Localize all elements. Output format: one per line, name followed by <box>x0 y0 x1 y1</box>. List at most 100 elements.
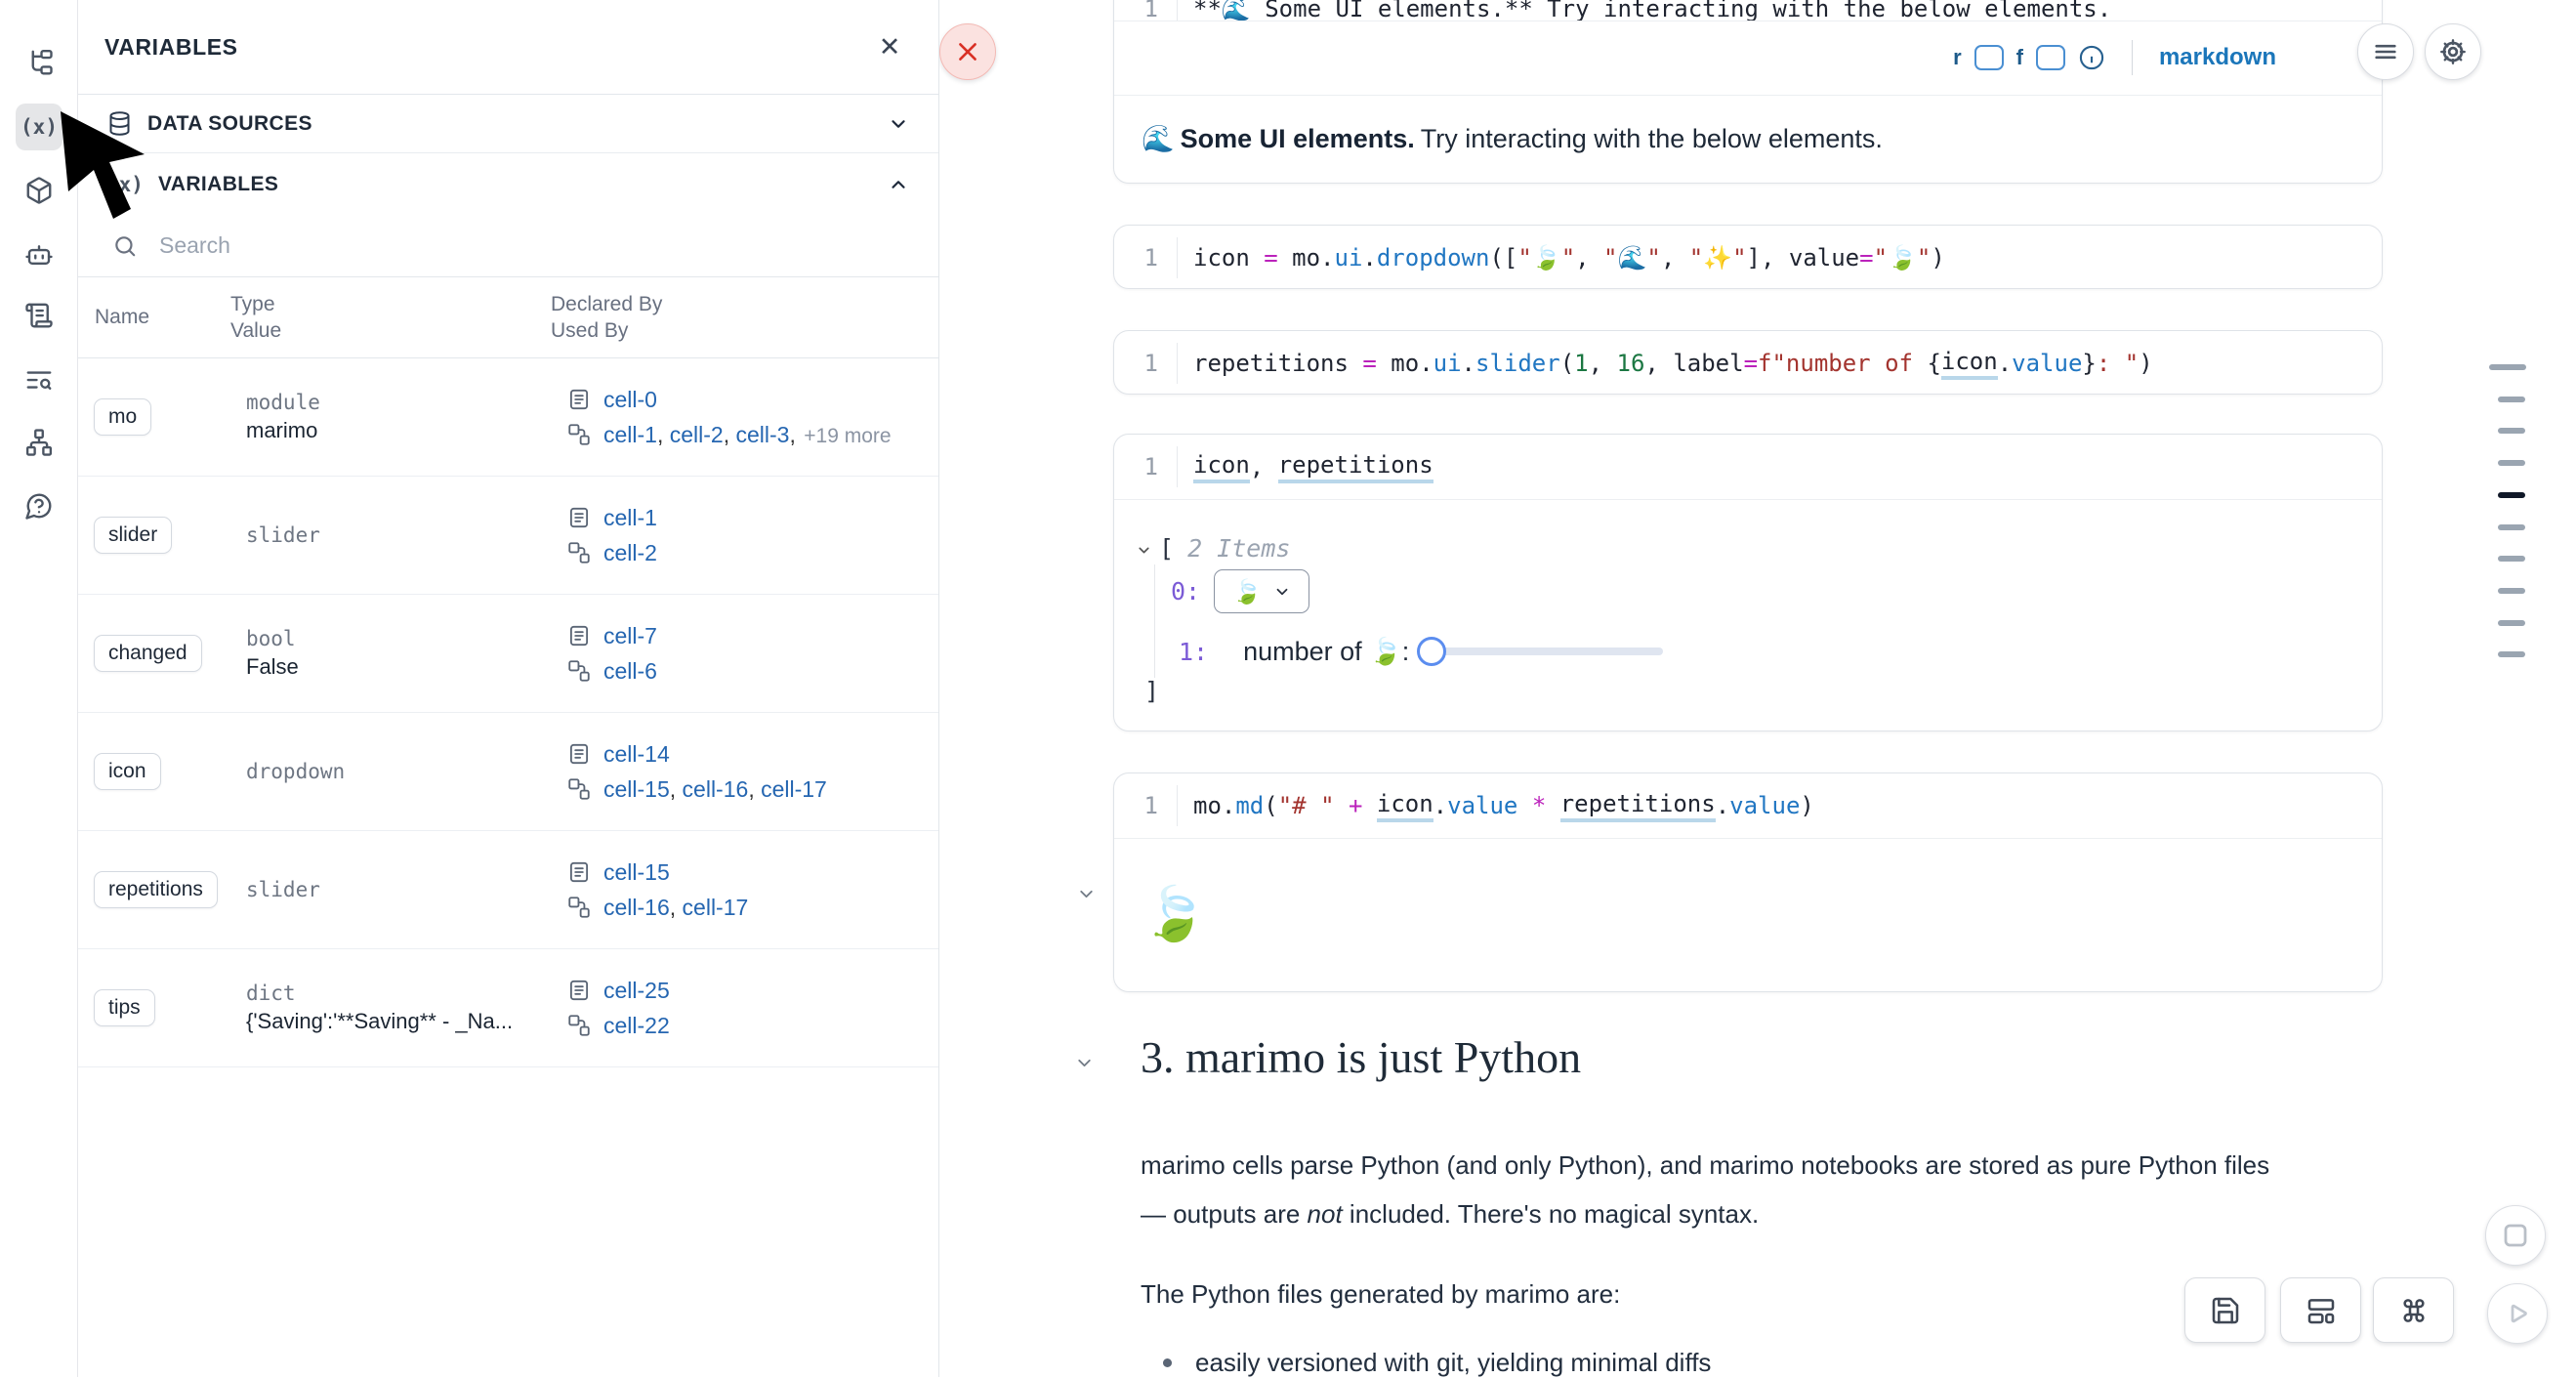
variable-name-badge[interactable]: tips <box>94 989 155 1026</box>
chevron-down-icon[interactable] <box>888 113 909 135</box>
run-toggle-checkbox[interactable] <box>1974 45 2004 70</box>
table-row: repetitionsslidercell-15cell-16, cell-17 <box>78 831 938 949</box>
paragraph: The Python files generated by marimo are… <box>1141 1270 1620 1318</box>
minimap-cell-mark[interactable] <box>2498 620 2525 626</box>
declared-by-icon <box>566 505 592 530</box>
cell-link[interactable]: cell-25 <box>603 978 670 1003</box>
tree-guide-line <box>1154 564 1155 678</box>
line-number: 1 <box>1114 453 1177 480</box>
help-icon[interactable] <box>16 482 62 529</box>
info-icon[interactable] <box>2078 44 2105 71</box>
code-line[interactable]: mo.md("# " + icon.value * repetitions.va… <box>1177 785 1814 826</box>
output-collapse-icon[interactable] <box>1076 884 1097 904</box>
table-row: slider slider cell-1 cell-2 <box>78 477 938 595</box>
minimap-cell-mark[interactable] <box>2498 651 2525 657</box>
cell-link[interactable]: cell-2 <box>670 422 724 447</box>
code-line[interactable]: icon = mo.ui.dropdown(["🍃", "🌊", "✨"], v… <box>1177 237 1945 278</box>
save-button[interactable] <box>2184 1277 2265 1343</box>
code-line[interactable]: repetitions = mo.ui.slider(1, 16, label=… <box>1177 343 2153 384</box>
more-cells-label[interactable]: +19 more <box>804 425 891 447</box>
variable-name-badge[interactable]: changed <box>94 635 202 672</box>
repetitions-slider[interactable] <box>1419 647 1663 655</box>
menu-button[interactable] <box>2357 23 2414 80</box>
minimap-cell-mark[interactable] <box>2498 524 2525 530</box>
chevron-up-icon[interactable] <box>888 174 909 195</box>
stop-button[interactable] <box>2485 1205 2546 1266</box>
packages-icon[interactable] <box>16 167 62 214</box>
minimap-cell-mark[interactable] <box>2498 460 2525 466</box>
minimap-cell-mark[interactable] <box>2489 364 2526 370</box>
minimap-cell-mark[interactable] <box>2498 588 2525 594</box>
cell-link[interactable]: cell-15 <box>603 859 670 885</box>
mouse-cursor <box>57 107 164 227</box>
scratchpad-icon[interactable] <box>16 292 62 339</box>
data-sources-section[interactable]: DATA SOURCES <box>78 95 938 153</box>
code-line[interactable]: icon, repetitions <box>1177 446 1433 487</box>
close-icon[interactable]: ✕ <box>870 27 909 66</box>
col-used-by: Used By <box>551 319 938 343</box>
cell-link[interactable]: cell-6 <box>603 658 657 684</box>
divider <box>2132 40 2133 75</box>
code-editor[interactable]: 1 **🌊 Some UI elements.** Try interactin… <box>1114 0 2382 21</box>
cell-link[interactable]: cell-15 <box>603 776 670 802</box>
variables-section[interactable]: (x) VARIABLES <box>78 153 938 215</box>
code-line[interactable]: **🌊 Some UI elements.** Try interacting … <box>1177 0 2111 21</box>
file-tree-icon[interactable] <box>16 39 62 86</box>
variables-panel-icon[interactable]: (x) <box>16 104 62 150</box>
dropdown-select[interactable]: 🍃 <box>1214 569 1309 613</box>
slider-thumb[interactable] <box>1417 637 1446 666</box>
variable-type: slider <box>246 878 566 901</box>
variable-name-badge[interactable]: repetitions <box>94 871 218 908</box>
layout-button[interactable] <box>2280 1277 2361 1343</box>
variable-name-badge[interactable]: slider <box>94 517 172 554</box>
tree-collapse-icon[interactable] <box>1136 542 1152 559</box>
cell-link[interactable]: cell-0 <box>603 387 657 412</box>
minimap-cell-mark[interactable] <box>2498 428 2525 434</box>
cell-output: 🌊 Some UI elements. Try interacting with… <box>1114 95 2382 183</box>
tree-item-0: 0: 🍃 <box>1171 569 1309 613</box>
cell-footer: r f markdown <box>1114 21 2382 95</box>
format-toggle-checkbox[interactable] <box>2036 45 2065 70</box>
cell-language-badge[interactable]: markdown <box>2159 44 2276 71</box>
minimap-cell-mark[interactable] <box>2498 556 2525 562</box>
ai-assistant-icon[interactable] <box>16 231 62 278</box>
section-collapse-icon[interactable] <box>1074 1053 1095 1073</box>
variables-table-header: Name Type Value Declared By Used By <box>78 276 938 358</box>
shortcuts-button[interactable] <box>2373 1277 2454 1343</box>
cell-md-leaf[interactable]: 1 mo.md("# " + icon.value * repetitions.… <box>1113 773 2383 992</box>
minimap-cell-mark[interactable] <box>2498 492 2525 498</box>
cell-link[interactable]: cell-14 <box>603 741 670 767</box>
cell-link[interactable]: cell-7 <box>603 623 657 648</box>
tree-root[interactable]: [2 Items <box>1159 534 1290 563</box>
dependency-graph-icon[interactable] <box>16 419 62 466</box>
used-by-line: cell-6 <box>566 658 938 685</box>
cell-link[interactable]: cell-2 <box>603 540 657 565</box>
logs-search-icon[interactable] <box>16 356 62 403</box>
run-button[interactable] <box>2487 1283 2548 1344</box>
search-input[interactable] <box>159 232 745 259</box>
cell-link[interactable]: cell-16 <box>603 895 670 920</box>
cell-tuple[interactable]: 1 icon, repetitions [2 Items 0: 🍃 1: num… <box>1113 434 2383 731</box>
cell-link[interactable]: cell-17 <box>761 776 827 802</box>
col-declared-by: Declared By <box>551 293 938 316</box>
variable-type: slider <box>246 523 566 547</box>
minimap-cell-mark[interactable] <box>2498 397 2525 402</box>
variable-name-badge[interactable]: icon <box>94 753 161 790</box>
variables-table-body: momodulemarimocell-0cell-1, cell-2, cell… <box>78 358 938 1067</box>
cell-link[interactable]: cell-1 <box>603 422 657 447</box>
cell-link[interactable]: cell-1 <box>603 505 657 530</box>
table-row: icondropdowncell-14cell-15, cell-16, cel… <box>78 713 938 831</box>
cell-dropdown-code[interactable]: 1 icon = mo.ui.dropdown(["🍃", "🌊", "✨"],… <box>1113 225 2383 289</box>
settings-button[interactable] <box>2425 23 2481 80</box>
cell-markdown-top[interactable]: 1 **🌊 Some UI elements.** Try interactin… <box>1113 0 2383 184</box>
variable-type: bool <box>246 627 566 650</box>
used-by-line: cell-1, cell-2, cell-3, +19 more <box>566 422 938 448</box>
cell-link[interactable]: cell-3 <box>736 422 790 447</box>
used-by-icon <box>566 1013 592 1038</box>
cell-slider-code[interactable]: 1 repetitions = mo.ui.slider(1, 16, labe… <box>1113 330 2383 395</box>
cell-link[interactable]: cell-22 <box>603 1013 670 1038</box>
shutdown-button[interactable] <box>939 23 996 80</box>
cell-link[interactable]: cell-17 <box>683 895 749 920</box>
cell-link[interactable]: cell-16 <box>683 776 749 802</box>
variable-name-badge[interactable]: mo <box>94 398 151 436</box>
